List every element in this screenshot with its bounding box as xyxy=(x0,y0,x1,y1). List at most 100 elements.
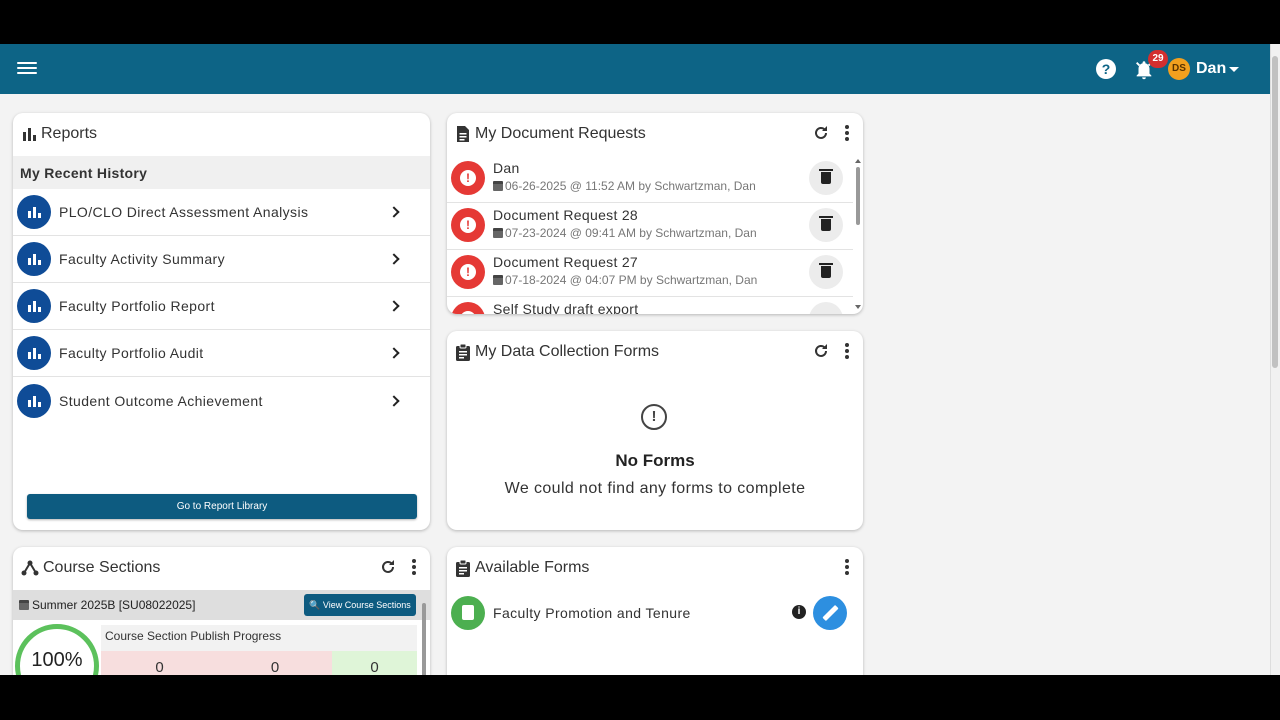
delete-request-button[interactable] xyxy=(809,161,843,195)
scroll-down-icon[interactable] xyxy=(855,305,861,309)
delete-request-button[interactable] xyxy=(809,255,843,289)
calendar-icon xyxy=(493,228,503,238)
report-item-label: PLO/CLO Direct Assessment Analysis xyxy=(59,204,309,220)
publish-count-cell[interactable]: 0 xyxy=(332,651,417,675)
report-item[interactable]: Faculty Portfolio Report xyxy=(13,283,430,330)
hamburger-menu-icon[interactable] xyxy=(16,59,38,79)
bar-chart-icon xyxy=(17,336,51,370)
available-form-row[interactable]: Faculty Promotion and Tenure i xyxy=(447,591,863,637)
exclamation-circle-icon: ! xyxy=(641,404,667,430)
publish-count-cell[interactable]: 0 xyxy=(218,651,332,675)
publish-count-cell[interactable]: 0 xyxy=(101,651,218,675)
document-request-meta: 07-23-2024 @ 09:41 AM by Schwartzman, Da… xyxy=(493,226,757,240)
document-request-row[interactable]: ! Document Request 27 07-18-2024 @ 04:07… xyxy=(447,250,853,297)
publish-progress-panel: Course Section Publish Progress 0 0 0 xyxy=(101,625,417,675)
edit-form-button[interactable] xyxy=(813,596,847,630)
report-item[interactable]: Faculty Portfolio Audit xyxy=(13,330,430,377)
document-requests-title: My Document Requests xyxy=(475,125,646,142)
view-course-sections-button[interactable]: 🔍 View Course Sections xyxy=(304,594,416,616)
page-scrollbar-thumb[interactable] xyxy=(1272,56,1278,368)
refresh-icon[interactable] xyxy=(380,559,396,575)
notification-count-badge: 29 xyxy=(1148,50,1168,68)
document-request-row[interactable]: ! Dan 06-26-2025 @ 11:52 AM by Schwartzm… xyxy=(447,156,853,203)
available-form-label: Faculty Promotion and Tenure xyxy=(493,605,691,621)
refresh-icon[interactable] xyxy=(813,125,829,141)
calendar-icon xyxy=(493,181,503,191)
empty-state-message: We could not find any forms to complete xyxy=(504,480,806,497)
document-request-meta: 06-26-2025 @ 11:52 AM by Schwartzman, Da… xyxy=(493,179,756,193)
document-request-title: Self Study draft export xyxy=(493,301,639,314)
report-item[interactable]: Faculty Activity Summary xyxy=(13,236,430,283)
course-sections-title: Course Sections xyxy=(43,559,161,576)
chevron-right-icon xyxy=(388,253,400,265)
data-collection-forms-card: My Data Collection Forms ! No Forms We c… xyxy=(447,331,863,530)
delete-request-button[interactable] xyxy=(809,208,843,242)
publish-progress-percent: 100% xyxy=(31,649,83,671)
report-item-label: Faculty Portfolio Audit xyxy=(59,345,204,361)
document-request-title: Dan xyxy=(493,160,520,176)
bar-chart-icon xyxy=(17,289,51,323)
alert-icon: ! xyxy=(451,302,485,314)
bar-chart-icon xyxy=(17,195,51,229)
report-item[interactable]: PLO/CLO Direct Assessment Analysis xyxy=(13,189,430,236)
calendar-icon xyxy=(493,275,503,285)
trash-icon xyxy=(819,263,833,265)
app-screen: ? 29 DS Dan Reports My Recent History PL… xyxy=(0,44,1280,675)
more-options-icon[interactable] xyxy=(845,343,849,359)
document-requests-card: My Document Requests ! Dan 06-26-2025 @ … xyxy=(447,113,863,314)
reports-title: Reports xyxy=(41,125,98,142)
document-request-row[interactable]: ! Document Request 28 07-23-2024 @ 09:41… xyxy=(447,203,853,250)
document-icon xyxy=(457,126,469,142)
user-name[interactable]: Dan xyxy=(1196,60,1226,78)
delete-request-button[interactable] xyxy=(809,302,843,314)
chevron-right-icon xyxy=(388,206,400,218)
document-request-row[interactable]: ! Self Study draft export xyxy=(447,297,853,314)
chevron-right-icon xyxy=(388,394,400,407)
available-forms-title: Available Forms xyxy=(475,559,590,576)
publish-progress-title: Course Section Publish Progress xyxy=(105,629,282,643)
data-collection-title: My Data Collection Forms xyxy=(475,343,660,360)
alert-icon: ! xyxy=(451,208,485,242)
document-list-scrollbar-thumb[interactable] xyxy=(856,167,860,225)
report-item[interactable]: Student Outcome Achievement xyxy=(13,377,430,424)
term-bar: Summer 2025B [SU08022025] 🔍 View Course … xyxy=(13,590,430,620)
scroll-up-icon[interactable] xyxy=(855,159,861,163)
reports-card-header: Reports xyxy=(21,123,97,145)
info-icon[interactable]: i xyxy=(792,605,806,619)
bar-chart-icon xyxy=(17,383,51,418)
refresh-icon[interactable] xyxy=(813,343,829,359)
go-to-report-library-button[interactable]: Go to Report Library xyxy=(27,494,417,519)
term-label: Summer 2025B [SU08022025] xyxy=(19,598,195,612)
data-collection-header: My Data Collection Forms xyxy=(455,341,659,363)
recent-history-header: My Recent History xyxy=(13,156,430,189)
course-sections-card: Course Sections Summer 2025B [SU08022025… xyxy=(13,547,430,675)
course-sections-scrollbar-thumb[interactable] xyxy=(422,603,426,675)
user-avatar[interactable]: DS xyxy=(1168,58,1190,80)
chevron-right-icon xyxy=(388,347,400,359)
alert-icon: ! xyxy=(451,255,485,289)
empty-state-title: No Forms xyxy=(615,451,695,470)
clipboard-icon xyxy=(456,559,470,577)
pencil-icon xyxy=(822,604,839,622)
report-item-label: Faculty Portfolio Report xyxy=(59,298,215,314)
report-item-label: Faculty Activity Summary xyxy=(59,251,225,267)
hierarchy-icon xyxy=(21,560,39,576)
document-request-title: Document Request 27 xyxy=(493,254,639,270)
alert-icon: ! xyxy=(451,161,485,195)
trash-icon xyxy=(819,216,833,218)
available-forms-card: Available Forms Faculty Promotion and Te… xyxy=(447,547,863,675)
more-options-icon[interactable] xyxy=(845,559,849,575)
available-forms-header: Available Forms xyxy=(455,557,589,579)
document-request-meta: 07-18-2024 @ 04:07 PM by Schwartzman, Da… xyxy=(493,273,757,287)
more-options-icon[interactable] xyxy=(412,559,416,575)
form-clipboard-icon xyxy=(451,596,485,630)
help-icon[interactable]: ? xyxy=(1096,59,1116,79)
more-options-icon[interactable] xyxy=(845,125,849,141)
trash-icon xyxy=(819,169,833,171)
chevron-right-icon xyxy=(388,300,400,312)
user-menu-caret-icon[interactable] xyxy=(1229,67,1239,72)
document-request-title: Document Request 28 xyxy=(493,207,639,223)
document-requests-header: My Document Requests xyxy=(455,123,646,145)
clipboard-icon xyxy=(456,343,470,361)
top-navigation-bar: ? 29 DS Dan xyxy=(0,44,1270,94)
